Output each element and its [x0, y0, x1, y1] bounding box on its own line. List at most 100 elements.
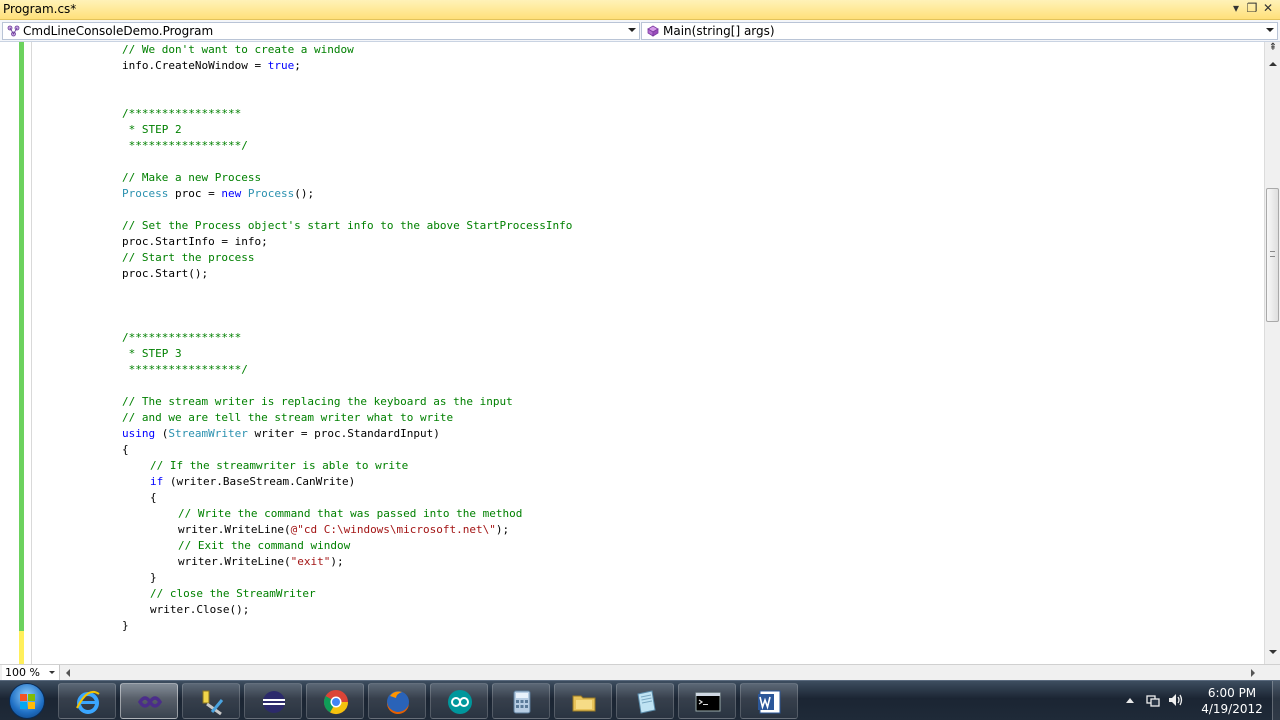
code-line[interactable]: * STEP 2: [122, 122, 182, 138]
code-token-comment: * STEP 3: [122, 347, 182, 360]
code-line[interactable]: {: [122, 442, 129, 458]
code-line[interactable]: // Write the command that was passed int…: [178, 506, 522, 522]
notepad-icon: [637, 690, 656, 714]
code-line[interactable]: * STEP 3: [122, 346, 182, 362]
taskbar-button-word[interactable]: [740, 683, 798, 719]
scroll-up-arrow-icon[interactable]: [1269, 62, 1277, 66]
network-icon[interactable]: [1146, 693, 1160, 707]
code-line[interactable]: // Make a new Process: [122, 170, 261, 186]
chrome-icon: [323, 690, 348, 715]
eclipse-icon: [263, 691, 285, 713]
code-line[interactable]: }: [122, 618, 129, 634]
code-line[interactable]: writer.WriteLine("exit");: [178, 554, 344, 570]
code-token-plain: {: [122, 443, 129, 456]
code-line[interactable]: info.CreateNoWindow = true;: [122, 58, 301, 74]
clock[interactable]: 6:00 PM 4/19/2012: [1190, 685, 1274, 717]
code-line[interactable]: if (writer.BaseStream.CanWrite): [150, 474, 355, 490]
document-tab-title[interactable]: Program.cs*: [3, 2, 76, 16]
code-line[interactable]: writer.WriteLine(@"cd C:\windows\microso…: [178, 522, 509, 538]
show-desktop-button[interactable]: [1272, 681, 1280, 720]
code-line[interactable]: using (StreamWriter writer = proc.Standa…: [122, 426, 440, 442]
code-line[interactable]: *****************/: [122, 362, 248, 378]
code-token-plain: writer = proc.StandardInput): [247, 427, 440, 440]
code-line[interactable]: /*****************: [122, 106, 241, 122]
code-line[interactable]: Process proc = new Process();: [122, 186, 314, 202]
code-line[interactable]: proc.Start();: [122, 266, 208, 282]
code-token-keyword: if: [150, 475, 164, 488]
document-list-dropdown-button[interactable]: ▾: [1230, 1, 1242, 15]
grip-icon: [1270, 251, 1275, 257]
taskbar-button-notepad[interactable]: [616, 683, 674, 719]
scroll-right-arrow-icon[interactable]: [1251, 669, 1255, 677]
firefox-icon: [386, 691, 409, 715]
code-line[interactable]: /*****************: [122, 330, 241, 346]
internet-explorer-icon: [76, 690, 100, 714]
code-token-plain: writer.WriteLine(: [178, 523, 291, 536]
editor-bottom-bar: 100 %: [0, 664, 1280, 680]
chevron-down-icon: [1266, 28, 1274, 32]
code-line[interactable]: proc.StartInfo = info;: [122, 234, 268, 250]
taskbar-button-file-explorer[interactable]: [554, 683, 612, 719]
code-token-keyword: using: [122, 427, 156, 440]
code-token-comment: // The stream writer is replacing the ke…: [122, 395, 513, 408]
taskbar-button-eclipse[interactable]: [244, 683, 302, 719]
code-token-comment: // Exit the command window: [178, 539, 351, 552]
member-dropdown-label: Main(string[] args): [663, 24, 775, 38]
restore-button[interactable]: ❐: [1246, 1, 1258, 15]
member-dropdown[interactable]: Main(string[] args): [641, 22, 1278, 40]
code-line[interactable]: // We don't want to create a window: [122, 42, 354, 58]
code-line[interactable]: {: [150, 490, 157, 506]
tools-icon: [202, 690, 224, 716]
class-dropdown-label: CmdLineConsoleDemo.Program: [23, 24, 214, 38]
code-line[interactable]: writer.Close();: [150, 602, 249, 618]
code-token-type: StreamWriter: [168, 427, 248, 440]
taskbar-button-command-prompt[interactable]: [678, 683, 736, 719]
windows-logo-icon: [9, 683, 45, 719]
taskbar: 6:00 PM 4/19/2012: [0, 680, 1280, 720]
code-token-plain: );: [330, 555, 344, 568]
code-token-comment: *****************/: [122, 363, 248, 376]
clock-time: 6:00 PM: [1207, 686, 1257, 700]
code-line[interactable]: // The stream writer is replacing the ke…: [122, 394, 513, 410]
taskbar-button-calculator[interactable]: [492, 683, 550, 719]
scrollbar-thumb[interactable]: [1266, 188, 1279, 322]
vertical-scrollbar[interactable]: ⇞: [1264, 42, 1280, 664]
code-line[interactable]: // Start the process: [122, 250, 254, 266]
class-dropdown[interactable]: CmdLineConsoleDemo.Program: [2, 22, 640, 40]
code-token-plain: proc.Start();: [122, 267, 209, 280]
code-editor[interactable]: // We don't want to create a window info.…: [0, 42, 1264, 664]
code-line[interactable]: // If the streamwriter is able to write: [150, 458, 408, 474]
code-line[interactable]: // Exit the command window: [178, 538, 350, 554]
code-line[interactable]: // and we are tell the stream writer wha…: [122, 410, 453, 426]
code-token-comment: // Start the process: [122, 251, 255, 264]
calculator-icon: [513, 690, 531, 714]
word-icon: [758, 690, 781, 714]
visual-studio-icon: [137, 696, 163, 708]
scroll-left-arrow-icon[interactable]: [66, 669, 70, 677]
code-token-comment: // We don't want to create a window: [122, 43, 354, 56]
taskbar-button-arduino[interactable]: [430, 683, 488, 719]
code-line[interactable]: // Set the Process object's start info t…: [122, 218, 572, 234]
taskbar-button-firefox[interactable]: [368, 683, 426, 719]
show-hidden-icons-icon[interactable]: [1126, 698, 1134, 703]
taskbar-button-tools[interactable]: [182, 683, 240, 719]
volume-icon[interactable]: [1168, 693, 1184, 707]
zoom-dropdown[interactable]: 100 %: [2, 665, 60, 680]
close-button[interactable]: ✕: [1262, 1, 1274, 15]
code-token-comment: // and we are tell the stream writer wha…: [122, 411, 454, 424]
scroll-down-arrow-icon[interactable]: [1269, 650, 1277, 654]
start-button[interactable]: [2, 682, 52, 720]
code-token-plain: ();: [294, 187, 315, 200]
code-line[interactable]: *****************/: [122, 138, 248, 154]
taskbar-button-visual-studio[interactable]: [120, 683, 178, 719]
code-token-plain: ;: [294, 59, 301, 72]
code-token-plain: writer.Close();: [150, 603, 250, 616]
code-token-string: "exit": [290, 555, 331, 568]
splitter-handle[interactable]: ⇞: [1267, 43, 1279, 58]
taskbar-button-chrome[interactable]: [306, 683, 364, 719]
code-line[interactable]: // close the StreamWriter: [150, 586, 316, 602]
arduino-icon: [448, 690, 472, 714]
taskbar-button-internet-explorer[interactable]: [58, 683, 116, 719]
code-line[interactable]: }: [150, 570, 157, 586]
